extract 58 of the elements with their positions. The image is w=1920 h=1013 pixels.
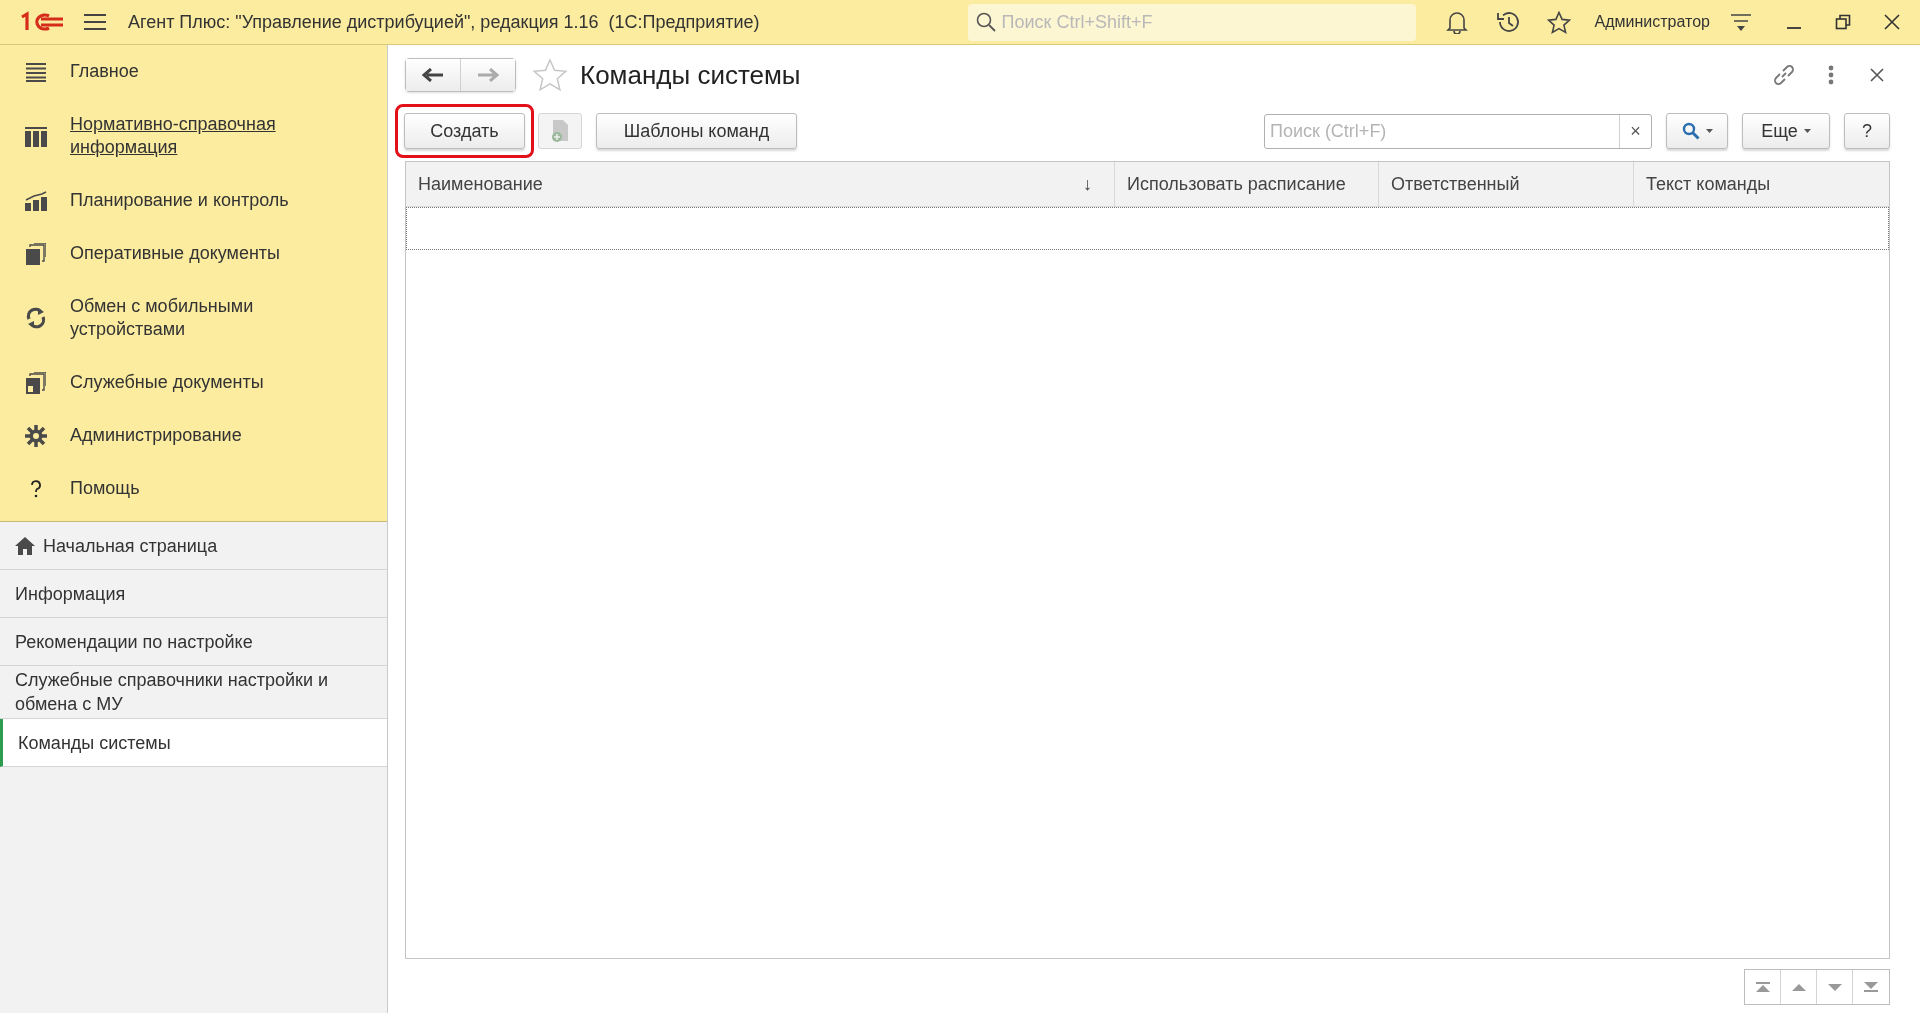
- user-name[interactable]: Администратор: [1594, 10, 1710, 34]
- list-icon: [26, 61, 46, 82]
- column-header[interactable]: Текст команды: [1634, 162, 1889, 206]
- sync-icon: [26, 307, 46, 329]
- search-icon: [975, 11, 996, 32]
- settings-menu-icon[interactable]: [1730, 12, 1752, 32]
- open-page-tab[interactable]: Команды системы: [0, 719, 387, 767]
- create-button[interactable]: Создать: [404, 113, 525, 149]
- section-link[interactable]: Оперативные документы: [70, 242, 320, 265]
- up-triangle-icon: [1791, 983, 1806, 991]
- star-icon[interactable]: [1546, 10, 1571, 34]
- search-field[interactable]: Поиск (Ctrl+F) ×: [1264, 113, 1652, 149]
- help-button[interactable]: ?: [1844, 113, 1890, 149]
- last-icon: [1864, 982, 1878, 992]
- history-icon[interactable]: [1495, 10, 1521, 34]
- more-icon[interactable]: [1828, 65, 1834, 85]
- column-header[interactable]: Использовать расписание: [1115, 162, 1379, 206]
- search-options-button[interactable]: [1666, 113, 1728, 149]
- column-header[interactable]: Наименование ↓: [406, 162, 1115, 206]
- column-header[interactable]: Ответственный: [1379, 162, 1634, 206]
- books-icon: [25, 125, 47, 147]
- help-icon: [30, 479, 42, 498]
- form-title: Команды системы: [580, 58, 801, 92]
- forward-arrow-icon: [477, 68, 499, 82]
- clear-search-button[interactable]: ×: [1619, 114, 1651, 148]
- close-icon[interactable]: [1870, 68, 1884, 82]
- section-link[interactable]: Помощь: [70, 477, 320, 500]
- dropdown-caret-icon: [1705, 129, 1713, 133]
- back-arrow-icon: [422, 68, 444, 82]
- window-title: Агент Плюс: "Управление дистрибуцией", редакция 1.16 (1С:Предприятие): [128, 10, 760, 34]
- bar-chart-icon: [25, 190, 47, 211]
- templates-button[interactable]: Шаблоны команд: [596, 113, 797, 149]
- search-icon: [1681, 122, 1700, 140]
- favorite-star-icon[interactable]: [532, 58, 568, 92]
- section-link[interactable]: Обмен с мобильными устройствами: [70, 295, 320, 341]
- down-triangle-icon: [1827, 983, 1842, 991]
- section-link[interactable]: Служебные документы: [70, 371, 320, 394]
- close-icon[interactable]: [1884, 14, 1900, 30]
- dropdown-caret-icon: [1803, 129, 1811, 133]
- bell-icon[interactable]: [1445, 10, 1468, 34]
- section-link[interactable]: Планирование и контроль: [70, 189, 320, 212]
- section-link[interactable]: Главное: [70, 60, 320, 83]
- documents-icon: [26, 371, 46, 394]
- document-add-icon: [550, 119, 570, 143]
- section-link[interactable]: Администрирование: [70, 424, 320, 447]
- first-icon: [1755, 982, 1770, 992]
- home-icon: [15, 536, 35, 555]
- section-link[interactable]: Нормативно-справочная информация: [70, 113, 320, 159]
- documents-icon: [26, 242, 46, 265]
- more-button[interactable]: Еще: [1742, 113, 1830, 149]
- global-search-field[interactable]: Поиск Ctrl+Shift+F: [967, 3, 1416, 41]
- link-icon[interactable]: [1772, 63, 1796, 87]
- back-button[interactable]: [406, 59, 461, 91]
- menu-icon[interactable]: [84, 13, 106, 31]
- sort-arrow-icon: ↓: [1083, 170, 1092, 198]
- restore-icon[interactable]: [1835, 14, 1851, 30]
- gear-icon: [25, 424, 47, 447]
- logo-icon: [19, 11, 65, 33]
